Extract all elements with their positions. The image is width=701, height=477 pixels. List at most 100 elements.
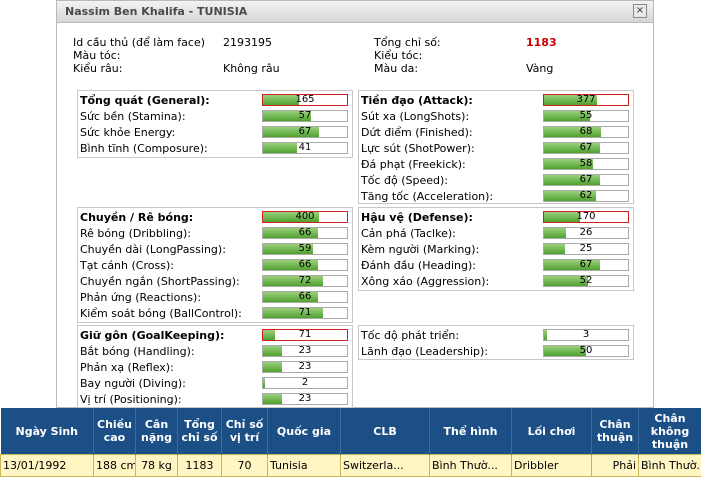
stat-label: Tăng tốc (Acceleration): bbox=[361, 190, 493, 203]
stat-value: 67 bbox=[544, 174, 628, 185]
stat-value: 71 bbox=[263, 329, 347, 340]
column-header[interactable]: Quốc gia bbox=[268, 408, 341, 455]
stat-label: Tốc độ phát triển: bbox=[361, 329, 459, 342]
other-stat-row: Lãnh đạo (Leadership): 50 bbox=[359, 344, 633, 360]
goalkeeping-box: Giữ gôn (GoalKeeping):71Bắt bóng (Handli… bbox=[77, 325, 353, 408]
stat-bar: 170 bbox=[543, 211, 629, 223]
player-table: Ngày SinhChiều caoCân nặngTổng chỉ sốChỉ… bbox=[0, 408, 701, 477]
stat-value: 3 bbox=[544, 329, 628, 340]
stat-value: 58 bbox=[544, 158, 628, 169]
stat-label: Sức khỏe Energy: bbox=[80, 126, 175, 139]
stat-bar: 67 bbox=[262, 126, 348, 138]
stat-value: 170 bbox=[544, 211, 628, 222]
stat-value: 25 bbox=[544, 243, 628, 254]
table-header-row: Ngày SinhChiều caoCân nặngTổng chỉ sốChỉ… bbox=[1, 408, 701, 455]
stat-label: Cản phá (Taclke): bbox=[361, 227, 456, 240]
stat-value: 26 bbox=[544, 227, 628, 238]
column-header[interactable]: Chiều cao bbox=[94, 408, 136, 455]
total-label: Tổng chỉ số: bbox=[374, 36, 441, 49]
stat-bar: 26 bbox=[543, 227, 629, 239]
column-header[interactable]: Cân nặng bbox=[136, 408, 178, 455]
dribbling-stat-row: Chuyền ngắn (ShortPassing): 72 bbox=[78, 274, 352, 290]
stat-label: Bình tĩnh (Composure): bbox=[80, 142, 208, 155]
stat-value: 23 bbox=[263, 361, 347, 372]
stat-label: Sức bền (Stamina): bbox=[80, 110, 186, 123]
stat-bar: 25 bbox=[543, 243, 629, 255]
stat-label: Kiểm soát bóng (BallControl): bbox=[80, 307, 242, 320]
stat-bar: 71 bbox=[262, 329, 348, 341]
attack-stat-row: Tăng tốc (Acceleration): 62 bbox=[359, 189, 633, 205]
column-header[interactable]: Thể hình bbox=[430, 408, 512, 455]
stat-label: Sút xa (LongShots): bbox=[361, 110, 469, 123]
dribbling-box: Chuyền / Rê bóng:400Rê bóng (Dribbling):… bbox=[77, 207, 353, 323]
stat-value: 41 bbox=[263, 142, 347, 153]
stat-bar: 23 bbox=[262, 393, 348, 405]
dribbling-stat-row: Kiểm soát bóng (BallControl):71 bbox=[78, 306, 352, 322]
stat-value: 23 bbox=[263, 393, 347, 404]
table-row[interactable]: 13/01/1992188 cm78 kg118370TunisiaSwitze… bbox=[1, 455, 701, 477]
defense-stat-row: Cản phá (Taclke): 26 bbox=[359, 226, 633, 242]
column-header[interactable]: Lối chơi bbox=[512, 408, 592, 455]
column-header[interactable]: CLB bbox=[341, 408, 430, 455]
stat-label: Chuyền dài (LongPassing): bbox=[80, 243, 226, 256]
stat-bar: 57 bbox=[262, 110, 348, 122]
stat-value: 66 bbox=[263, 291, 347, 302]
stat-value: 67 bbox=[544, 259, 628, 270]
hair-color-label: Màu tóc: bbox=[73, 49, 121, 62]
stat-bar: 165 bbox=[262, 94, 348, 106]
popup-title: Nassim Ben Khalifa - TUNISIA bbox=[65, 5, 247, 18]
stat-label: Tiền đạo (Attack): bbox=[361, 94, 473, 107]
column-header[interactable]: Chân không thuận bbox=[639, 408, 701, 455]
stat-value: 68 bbox=[544, 126, 628, 137]
table-cell: 70 bbox=[222, 455, 268, 477]
dribbling-stat-row: Chuyền / Rê bóng:400 bbox=[78, 210, 352, 226]
goalkeeping-stat-row: Vị trí (Positioning):23 bbox=[78, 392, 352, 408]
stat-label: Chuyền / Rê bóng: bbox=[80, 211, 193, 224]
stat-bar: 67 bbox=[543, 174, 629, 186]
stat-bar: 3 bbox=[543, 329, 629, 341]
column-header[interactable]: Chân thuận bbox=[592, 408, 639, 455]
stat-bar: 67 bbox=[543, 142, 629, 154]
stat-value: 67 bbox=[544, 142, 628, 153]
attack-stat-row: Sút xa (LongShots): 55 bbox=[359, 109, 633, 125]
close-button[interactable]: × bbox=[633, 4, 647, 18]
stat-label: Dứt điểm (Finished): bbox=[361, 126, 473, 139]
stat-value: 23 bbox=[263, 345, 347, 356]
stat-label: Giữ gôn (GoalKeeping): bbox=[80, 329, 224, 342]
total-value: 1183 bbox=[526, 36, 557, 49]
stat-value: 62 bbox=[544, 190, 628, 201]
stat-bar: 377 bbox=[543, 94, 629, 106]
table-cell: 188 cm bbox=[94, 455, 136, 477]
stat-label: Xông xáo (Aggression): bbox=[361, 275, 489, 288]
table-cell: Bình Thườ... bbox=[639, 455, 701, 477]
stat-value: 59 bbox=[263, 243, 347, 254]
stat-label: Chuyền ngắn (ShortPassing): bbox=[80, 275, 240, 288]
stat-bar: 72 bbox=[262, 275, 348, 287]
goalkeeping-stat-row: Giữ gôn (GoalKeeping): 71 bbox=[78, 328, 352, 344]
stat-value: 50 bbox=[544, 345, 628, 356]
stat-bar: 62 bbox=[543, 190, 629, 202]
dribbling-stat-row: Chuyền dài (LongPassing): 59 bbox=[78, 242, 352, 258]
stat-bar: 41 bbox=[262, 142, 348, 154]
stat-value: 165 bbox=[263, 94, 347, 105]
column-header[interactable]: Ngày Sinh bbox=[1, 408, 94, 455]
face-id-label: Id cầu thủ (để làm face) bbox=[73, 36, 205, 49]
attack-stat-row: Đá phạt (Freekick):58 bbox=[359, 157, 633, 173]
stat-bar: 55 bbox=[543, 110, 629, 122]
hair-style-label: Kiểu tóc: bbox=[374, 49, 422, 62]
attack-box: Tiền đạo (Attack): 377 Sút xa (LongShots):… bbox=[358, 90, 634, 204]
table-cell: 1183 bbox=[178, 455, 222, 477]
stat-label: Đánh đầu (Heading): bbox=[361, 259, 476, 272]
stat-label: Phản xạ (Reflex): bbox=[80, 361, 174, 374]
stat-label: Lực sút (ShotPower): bbox=[361, 142, 475, 155]
stat-bar: 67 bbox=[543, 259, 629, 271]
column-header[interactable]: Chỉ số vị trí bbox=[222, 408, 268, 455]
column-header[interactable]: Tổng chỉ số bbox=[178, 408, 222, 455]
goalkeeping-stat-row: Bay người (Diving):2 bbox=[78, 376, 352, 392]
stat-label: Lãnh đạo (Leadership): bbox=[361, 345, 488, 358]
table-cell: Dribbler bbox=[512, 455, 592, 477]
stat-value: 66 bbox=[263, 227, 347, 238]
general-box: Tổng quát (General):165Sức bền (Stamina)… bbox=[77, 90, 353, 158]
stat-bar: 58 bbox=[543, 158, 629, 170]
attack-stat-row: Tiền đạo (Attack): 377 bbox=[359, 93, 633, 109]
